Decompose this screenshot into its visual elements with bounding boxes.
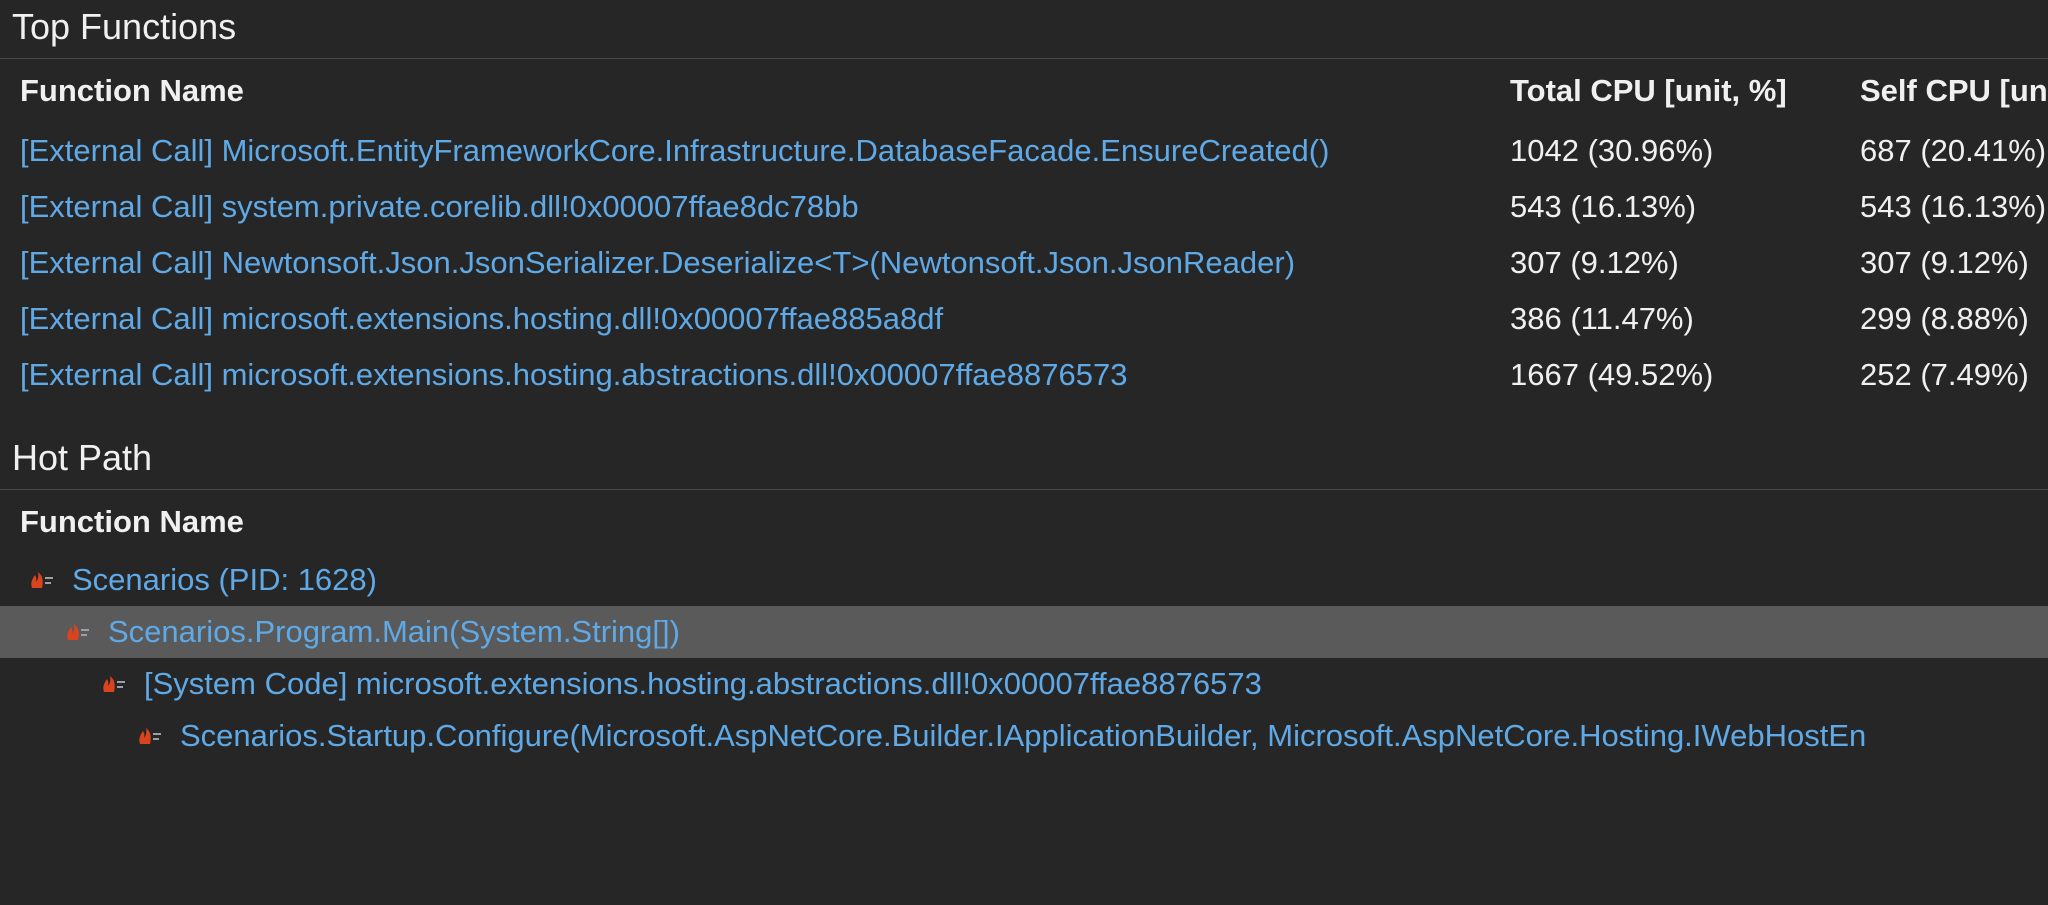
flame-icon [64,622,90,642]
flame-icon [28,570,54,590]
hot-path-function-link[interactable]: [System Code] microsoft.extensions.hosti… [144,666,1262,702]
function-link[interactable]: [External Call] microsoft.extensions.hos… [20,301,943,336]
hot-path-row[interactable]: Scenarios.Program.Main(System.String[]) [0,606,2048,658]
total-cpu-value: 1667 (49.52%) [1490,347,1840,403]
hot-path-title: Hot Path [0,431,2048,490]
self-cpu-value: 252 (7.49%) [1840,347,2048,403]
self-cpu-value: 307 (9.12%) [1840,235,2048,291]
self-cpu-value: 299 (8.88%) [1840,291,2048,347]
col-header-self-cpu[interactable]: Self CPU [unit [1840,59,2048,123]
table-row: [External Call] microsoft.extensions.hos… [0,291,2048,347]
table-row: [External Call] Microsoft.EntityFramewor… [0,123,2048,179]
flame-icon [136,726,162,746]
self-cpu-value: 543 (16.13%) [1840,179,2048,235]
function-link[interactable]: [External Call] Microsoft.EntityFramewor… [20,133,1329,168]
hot-path-function-link[interactable]: Scenarios (PID: 1628) [72,562,377,598]
function-link[interactable]: [External Call] microsoft.extensions.hos… [20,357,1127,392]
total-cpu-value: 1042 (30.96%) [1490,123,1840,179]
total-cpu-value: 307 (9.12%) [1490,235,1840,291]
total-cpu-value: 543 (16.13%) [1490,179,1840,235]
function-link[interactable]: [External Call] system.private.corelib.d… [20,189,859,224]
col-header-hotpath-function-name[interactable]: Function Name [0,490,2048,554]
col-header-function-name[interactable]: Function Name [0,59,1490,123]
table-row: [External Call] microsoft.extensions.hos… [0,347,2048,403]
hot-path-row[interactable]: [System Code] microsoft.extensions.hosti… [0,658,2048,710]
hot-path-tree: Scenarios (PID: 1628) Scenarios.Program.M… [0,554,2048,762]
top-functions-table: Function Name Total CPU [unit, %] Self C… [0,59,2048,403]
hot-path-row[interactable]: Scenarios (PID: 1628) [0,554,2048,606]
function-link[interactable]: [External Call] Newtonsoft.Json.JsonSeri… [20,245,1295,280]
flame-icon [100,674,126,694]
self-cpu-value: 687 (20.41%) [1840,123,2048,179]
total-cpu-value: 386 (11.47%) [1490,291,1840,347]
table-row: [External Call] system.private.corelib.d… [0,179,2048,235]
hot-path-row[interactable]: Scenarios.Startup.Configure(Microsoft.As… [0,710,2048,762]
table-row: [External Call] Newtonsoft.Json.JsonSeri… [0,235,2048,291]
hot-path-function-link[interactable]: Scenarios.Program.Main(System.String[]) [108,614,680,650]
top-functions-title: Top Functions [0,0,2048,59]
col-header-total-cpu[interactable]: Total CPU [unit, %] [1490,59,1840,123]
hot-path-function-link[interactable]: Scenarios.Startup.Configure(Microsoft.As… [180,718,1866,754]
